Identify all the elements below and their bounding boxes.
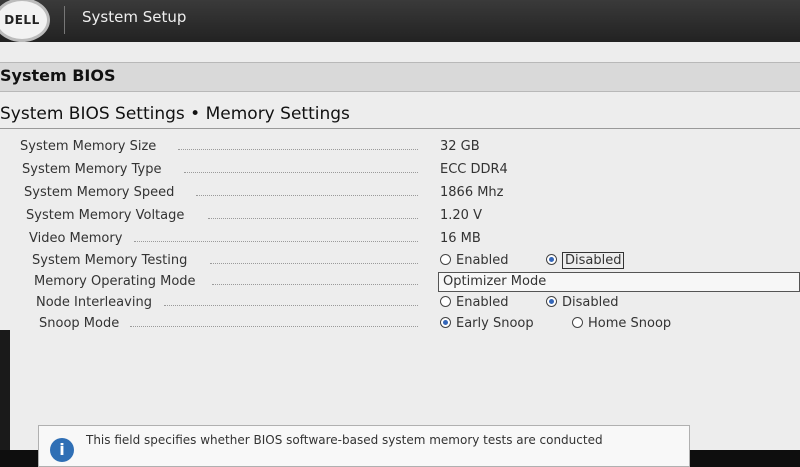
value-system-memory-size: 32 GB — [440, 139, 480, 154]
label-system-memory-type: System Memory Type — [22, 162, 162, 177]
memory-testing-disabled-radio[interactable]: Disabled — [546, 252, 625, 269]
leader-dots — [178, 149, 418, 150]
leader-dots — [130, 326, 418, 327]
snoop-mode-home-radio[interactable]: Home Snoop — [572, 316, 671, 331]
leader-dots — [208, 218, 418, 219]
snoop-mode-early-radio[interactable]: Early Snoop — [440, 316, 534, 331]
radio-off-icon — [440, 296, 451, 307]
label-system-memory-testing: System Memory Testing — [32, 253, 188, 268]
value-system-memory-type: ECC DDR4 — [440, 162, 508, 177]
radio-off-icon — [572, 317, 583, 328]
label-snoop-mode: Snoop Mode — [39, 316, 120, 331]
node-interleaving-enabled-radio[interactable]: Enabled — [440, 295, 509, 310]
leader-dots — [212, 284, 418, 285]
section-bar — [0, 62, 800, 92]
monitor-bezel — [0, 330, 10, 450]
value-system-memory-speed: 1866 Mhz — [440, 185, 504, 200]
radio-on-icon — [546, 254, 557, 265]
memory-operating-mode-select[interactable]: Optimizer Mode — [438, 272, 800, 292]
memory-testing-enabled-radio[interactable]: Enabled — [440, 253, 509, 268]
radio-on-icon — [440, 317, 451, 328]
help-text: This field specifies whether BIOS softwa… — [86, 433, 603, 447]
radio-on-icon — [546, 296, 557, 307]
dell-logo: DELL — [0, 0, 50, 42]
section-title: System BIOS — [0, 66, 116, 85]
header-divider — [64, 6, 65, 34]
label-system-memory-voltage: System Memory Voltage — [26, 208, 185, 223]
title-divider — [0, 128, 800, 129]
value-system-memory-voltage: 1.20 V — [440, 208, 482, 223]
label-video-memory: Video Memory — [29, 231, 123, 246]
node-interleaving-disabled-radio[interactable]: Disabled — [546, 295, 618, 310]
label-system-memory-speed: System Memory Speed — [24, 185, 175, 200]
page-title: System BIOS Settings • Memory Settings — [0, 104, 350, 124]
app-title: System Setup — [82, 8, 187, 26]
label-memory-operating-mode: Memory Operating Mode — [34, 274, 196, 289]
top-header: DELL System Setup — [0, 0, 800, 42]
label-node-interleaving: Node Interleaving — [36, 295, 152, 310]
label-system-memory-size: System Memory Size — [20, 139, 157, 154]
leader-dots — [210, 263, 418, 264]
radio-off-icon — [440, 254, 451, 265]
leader-dots — [196, 195, 418, 196]
value-video-memory: 16 MB — [440, 231, 481, 246]
leader-dots — [134, 241, 418, 242]
leader-dots — [164, 305, 418, 306]
info-icon: i — [50, 438, 74, 462]
leader-dots — [184, 172, 418, 173]
